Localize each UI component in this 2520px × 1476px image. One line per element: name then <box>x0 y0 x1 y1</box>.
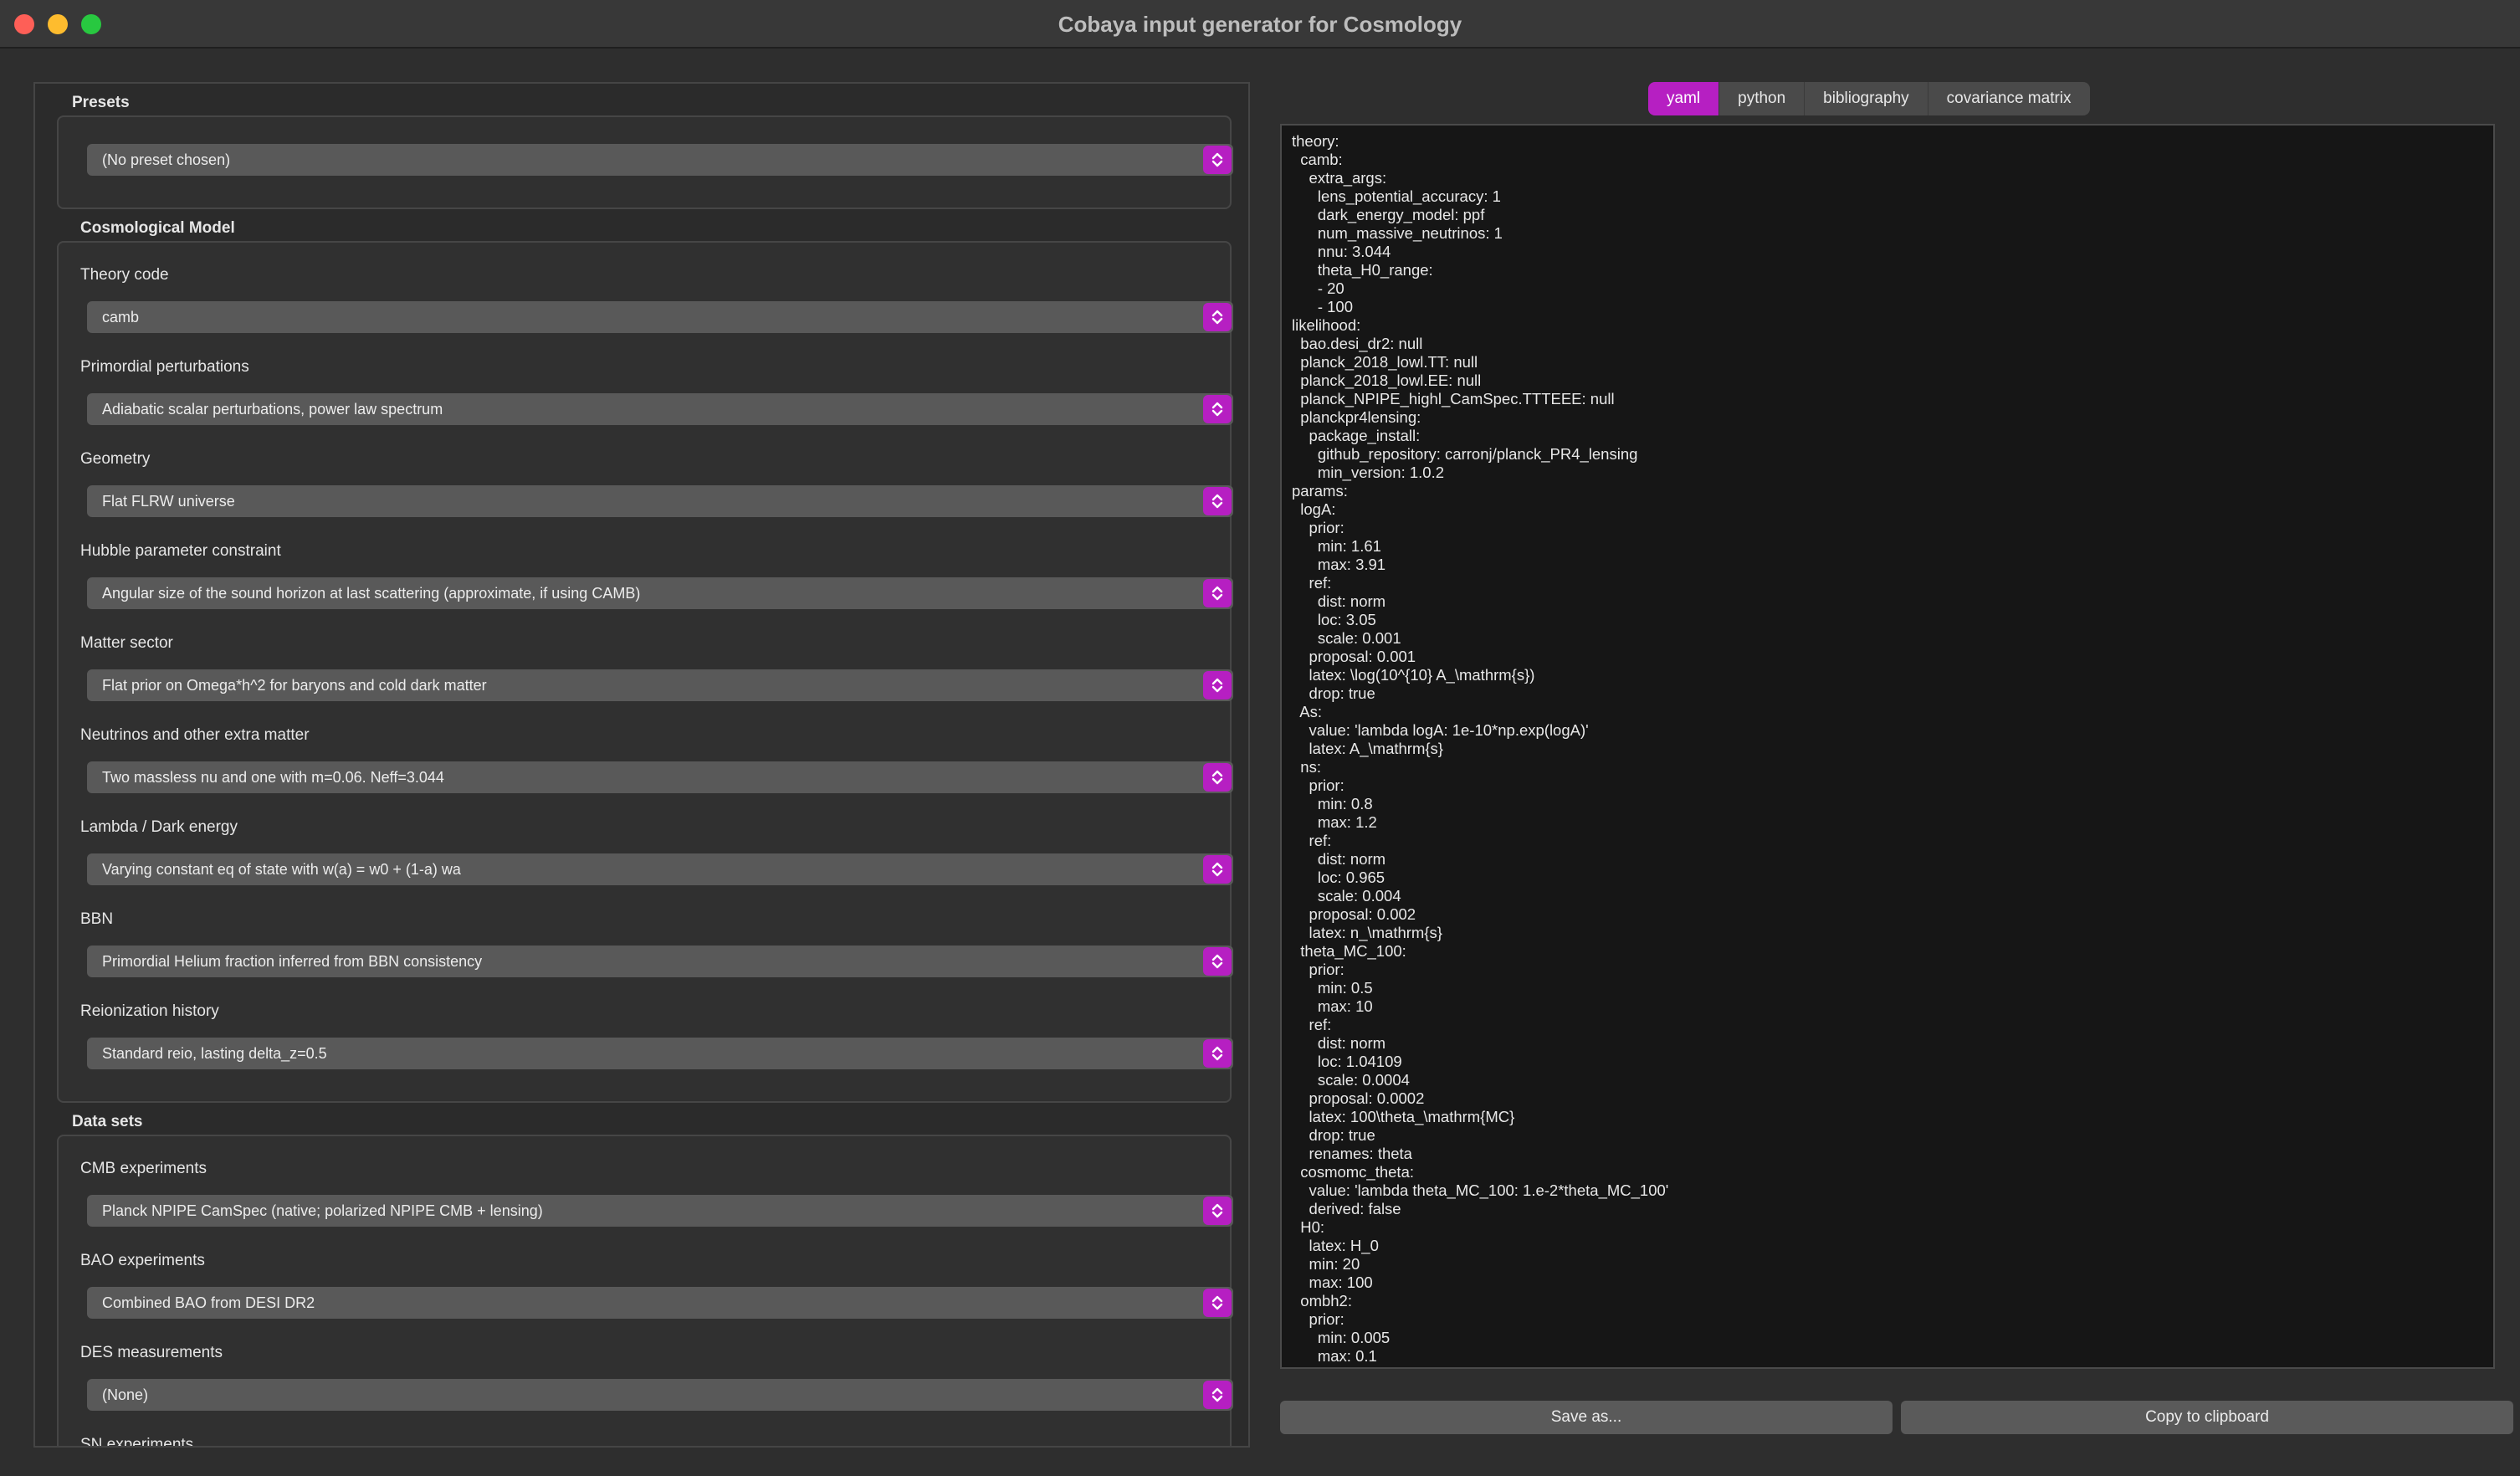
output-tabs: yaml python bibliography covariance matr… <box>1648 82 2090 115</box>
presets-select-value: (No preset chosen) <box>102 151 231 168</box>
theory-code-select[interactable]: camb <box>87 301 1233 333</box>
chevron-updown-icon <box>1203 947 1232 976</box>
bbn-value: Primordial Helium fraction inferred from… <box>102 953 483 970</box>
chevron-updown-icon <box>1203 579 1232 607</box>
sn-experiments-label: SN experiments <box>80 1436 194 1448</box>
primordial-perturbations-label: Primordial perturbations <box>80 358 249 376</box>
matter-sector-select[interactable]: Flat prior on Omega*h^2 for baryons and … <box>87 669 1233 701</box>
chevron-updown-icon <box>1203 395 1232 423</box>
chevron-updown-icon <box>1203 303 1232 331</box>
data-sets-label: Data sets <box>72 1113 143 1130</box>
theory-code-label: Theory code <box>80 266 169 284</box>
dark-energy-value: Varying constant eq of state with w(a) =… <box>102 861 461 878</box>
chevron-updown-icon <box>1203 1197 1232 1225</box>
presets-label: Presets <box>72 94 130 111</box>
neutrinos-select[interactable]: Two massless nu and one with m=0.06. Nef… <box>87 761 1233 793</box>
matter-sector-value: Flat prior on Omega*h^2 for baryons and … <box>102 677 487 694</box>
presets-select[interactable]: (No preset chosen) <box>87 144 1233 176</box>
save-as-button[interactable]: Save as... <box>1280 1401 1893 1434</box>
primordial-perturbations-select[interactable]: Adiabatic scalar perturbations, power la… <box>87 393 1233 425</box>
geometry-value: Flat FLRW universe <box>102 493 235 510</box>
options-panel[interactable]: Presets (No preset chosen) Cosmological … <box>33 82 1250 1448</box>
tab-python[interactable]: python <box>1719 82 1805 115</box>
copy-to-clipboard-button[interactable]: Copy to clipboard <box>1901 1401 2513 1434</box>
des-measurements-value: (None) <box>102 1386 149 1403</box>
cosmological-model-label: Cosmological Model <box>80 219 235 237</box>
title-bar: Cobaya input generator for Cosmology <box>0 0 2520 49</box>
bao-experiments-value: Combined BAO from DESI DR2 <box>102 1294 315 1311</box>
cmb-experiments-select[interactable]: Planck NPIPE CamSpec (native; polarized … <box>87 1195 1233 1227</box>
bbn-select[interactable]: Primordial Helium fraction inferred from… <box>87 946 1233 977</box>
geometry-label: Geometry <box>80 450 151 468</box>
bao-experiments-select[interactable]: Combined BAO from DESI DR2 <box>87 1287 1233 1319</box>
bbn-label: BBN <box>80 910 114 928</box>
chevron-updown-icon <box>1203 671 1232 700</box>
app-window: Cobaya input generator for Cosmology Pre… <box>0 0 2520 1476</box>
hubble-constraint-select[interactable]: Angular size of the sound horizon at las… <box>87 577 1233 609</box>
reionization-label: Reionization history <box>80 1002 219 1020</box>
yaml-output-area[interactable]: theory: camb: extra_args: lens_potential… <box>1280 124 2495 1369</box>
yaml-output-text[interactable]: theory: camb: extra_args: lens_potential… <box>1292 132 1668 1366</box>
des-measurements-select[interactable]: (None) <box>87 1379 1233 1411</box>
reionization-select[interactable]: Standard reio, lasting delta_z=0.5 <box>87 1038 1233 1069</box>
chevron-updown-icon <box>1203 763 1232 792</box>
chevron-updown-icon <box>1203 1039 1232 1068</box>
chevron-updown-icon <box>1203 855 1232 884</box>
des-measurements-label: DES measurements <box>80 1344 223 1361</box>
theory-code-value: camb <box>102 309 140 325</box>
primordial-perturbations-value: Adiabatic scalar perturbations, power la… <box>102 401 443 418</box>
cmb-experiments-label: CMB experiments <box>80 1160 207 1177</box>
matter-sector-label: Matter sector <box>80 634 173 652</box>
chevron-updown-icon <box>1203 1289 1232 1317</box>
cmb-experiments-value: Planck NPIPE CamSpec (native; polarized … <box>102 1202 543 1219</box>
dark-energy-select[interactable]: Varying constant eq of state with w(a) =… <box>87 853 1233 885</box>
neutrinos-label: Neutrinos and other extra matter <box>80 726 310 744</box>
geometry-select[interactable]: Flat FLRW universe <box>87 485 1233 517</box>
hubble-constraint-label: Hubble parameter constraint <box>80 542 281 560</box>
neutrinos-value: Two massless nu and one with m=0.06. Nef… <box>102 769 444 786</box>
tab-bibliography[interactable]: bibliography <box>1805 82 1928 115</box>
hubble-constraint-value: Angular size of the sound horizon at las… <box>102 585 641 602</box>
chevron-updown-icon <box>1203 487 1232 515</box>
tab-covariance-matrix[interactable]: covariance matrix <box>1928 82 2090 115</box>
window-title: Cobaya input generator for Cosmology <box>1058 12 1462 37</box>
chevron-updown-icon <box>1203 1381 1232 1409</box>
tab-yaml[interactable]: yaml <box>1648 82 1720 115</box>
bao-experiments-label: BAO experiments <box>80 1252 205 1269</box>
dark-energy-label: Lambda / Dark energy <box>80 818 238 836</box>
reionization-value: Standard reio, lasting delta_z=0.5 <box>102 1045 327 1062</box>
chevron-updown-icon <box>1203 146 1232 174</box>
